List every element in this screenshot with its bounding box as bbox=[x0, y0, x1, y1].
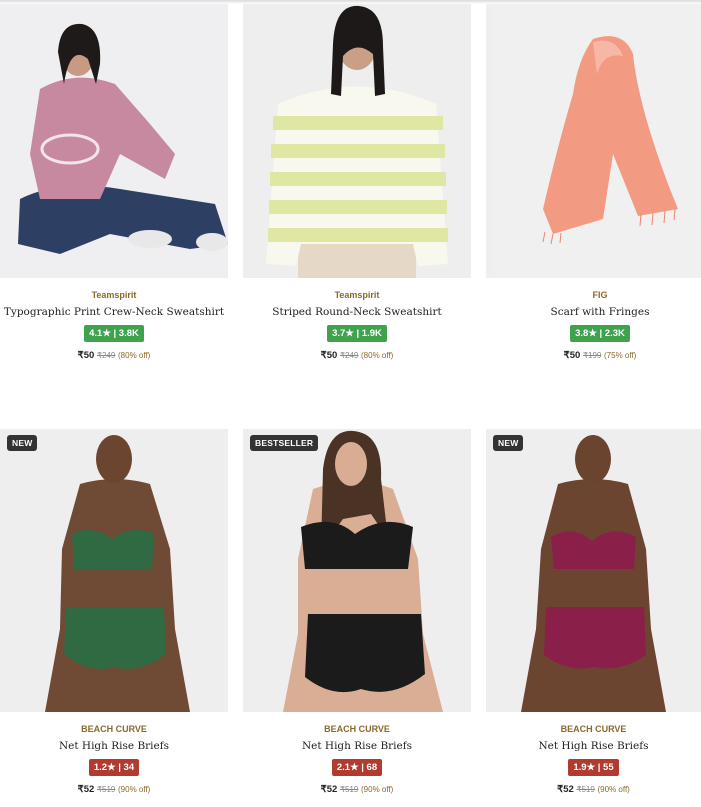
price-line: ₹50 ₹199 (75% off) bbox=[486, 350, 701, 362]
price-original: ₹199 bbox=[582, 351, 602, 360]
product-card-briefs-black[interactable]: BESTSELLER BEACH CURVE Net High Rise Bri… bbox=[243, 429, 471, 796]
product-name[interactable]: Net High Rise Briefs bbox=[486, 740, 701, 753]
rating-badge: 1.9★ | 55 bbox=[568, 759, 619, 776]
price-line: ₹52 ₹519 (90% off) bbox=[486, 784, 701, 796]
product-card-scarf[interactable]: FIG Scarf with Fringes 3.8★ | 2.3K ₹50 ₹… bbox=[486, 4, 701, 362]
rating-badge: 1.2★ | 34 bbox=[88, 759, 140, 776]
price-discount: (75% off) bbox=[604, 351, 637, 360]
price-original: ₹249 bbox=[96, 351, 116, 360]
price-line: ₹52 ₹519 (90% off) bbox=[243, 784, 471, 796]
product-card-briefs-green[interactable]: NEW BEACH CURVE Net High Rise Briefs 1.2… bbox=[0, 429, 228, 796]
price-line: ₹50 ₹249 (80% off) bbox=[243, 350, 471, 362]
product-image[interactable]: BESTSELLER bbox=[243, 429, 471, 712]
price-original: ₹519 bbox=[339, 785, 359, 794]
rating-badge: 4.1★ | 3.8K bbox=[84, 325, 144, 342]
product-image[interactable]: NEW bbox=[486, 429, 701, 712]
price-discount: (90% off) bbox=[118, 785, 151, 794]
product-image[interactable] bbox=[486, 4, 701, 278]
product-image[interactable] bbox=[243, 4, 471, 278]
price-current: ₹50 bbox=[320, 350, 338, 361]
price-discount: (90% off) bbox=[361, 785, 394, 794]
price-original: ₹519 bbox=[96, 785, 116, 794]
product-tag-badge: NEW bbox=[493, 435, 524, 451]
product-name[interactable]: Net High Rise Briefs bbox=[0, 740, 228, 753]
product-card-sweatshirt-striped[interactable]: Teamspirit Striped Round-Neck Sweatshirt… bbox=[243, 4, 471, 362]
price-original: ₹249 bbox=[339, 351, 359, 360]
product-tag-badge: BESTSELLER bbox=[250, 435, 319, 451]
product-card-briefs-berry[interactable]: NEW BEACH CURVE Net High Rise Briefs 1.9… bbox=[486, 429, 701, 796]
product-image[interactable] bbox=[0, 4, 228, 278]
rating-badge: 2.1★ | 68 bbox=[331, 759, 383, 776]
price-discount: (80% off) bbox=[361, 351, 394, 360]
price-discount: (90% off) bbox=[597, 785, 630, 794]
price-line: ₹50 ₹249 (80% off) bbox=[0, 350, 228, 362]
product-name[interactable]: Striped Round-Neck Sweatshirt bbox=[243, 306, 471, 319]
price-current: ₹50 bbox=[563, 350, 581, 361]
price-current: ₹50 bbox=[77, 350, 95, 361]
product-card-sweatshirt-typographic[interactable]: Teamspirit Typographic Print Crew-Neck S… bbox=[0, 4, 228, 362]
price-current: ₹52 bbox=[77, 784, 95, 795]
price-current: ₹52 bbox=[320, 784, 338, 795]
product-brand[interactable]: BEACH CURVE bbox=[486, 724, 701, 734]
price-original: ₹519 bbox=[576, 785, 595, 794]
product-image[interactable]: NEW bbox=[0, 429, 228, 712]
product-brand[interactable]: BEACH CURVE bbox=[0, 724, 228, 734]
product-brand[interactable]: Teamspirit bbox=[0, 290, 228, 300]
rating-badge: 3.7★ | 1.9K bbox=[327, 325, 387, 342]
product-name[interactable]: Net High Rise Briefs bbox=[243, 740, 471, 753]
rating-badge: 3.8★ | 2.3K bbox=[570, 325, 630, 342]
product-brand[interactable]: FIG bbox=[486, 290, 701, 300]
price-line: ₹52 ₹519 (90% off) bbox=[0, 784, 228, 796]
product-name[interactable]: Typographic Print Crew-Neck Sweatshirt bbox=[0, 306, 228, 319]
product-name[interactable]: Scarf with Fringes bbox=[486, 306, 701, 319]
product-tag-badge: NEW bbox=[7, 435, 38, 451]
price-current: ₹52 bbox=[557, 784, 574, 795]
product-brand[interactable]: BEACH CURVE bbox=[243, 724, 471, 734]
price-discount: (80% off) bbox=[118, 351, 151, 360]
product-brand[interactable]: Teamspirit bbox=[243, 290, 471, 300]
